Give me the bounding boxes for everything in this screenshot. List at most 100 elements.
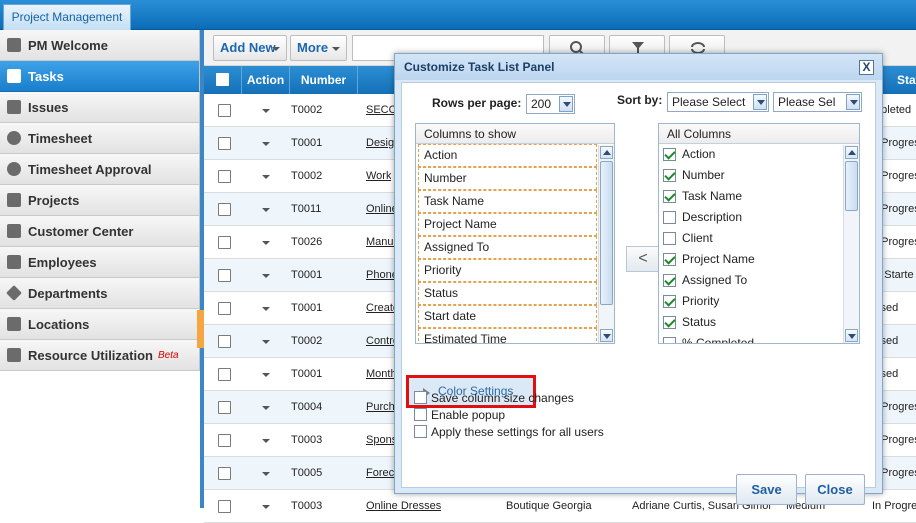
- row-action-dropdown-icon[interactable]: [262, 109, 270, 113]
- row-checkbox[interactable]: [218, 401, 231, 414]
- list-item[interactable]: % Completed: [663, 333, 754, 343]
- add-new-button[interactable]: Add New: [213, 35, 287, 61]
- column-checkbox[interactable]: [663, 232, 676, 245]
- list-item[interactable]: Priority: [663, 291, 719, 312]
- option-save-column-size[interactable]: Save column size changes: [414, 389, 574, 406]
- row-checkbox[interactable]: [218, 203, 231, 216]
- list-item[interactable]: Priority: [418, 259, 597, 282]
- cell-task-name[interactable]: Purcha: [366, 391, 396, 424]
- row-action-dropdown-icon[interactable]: [262, 142, 270, 146]
- sort-by-select-2[interactable]: Please Sel: [773, 92, 862, 112]
- close-button[interactable]: Close: [805, 474, 865, 505]
- column-checkbox[interactable]: [663, 211, 676, 224]
- sidebar-item-tasks[interactable]: Tasks: [0, 61, 200, 92]
- row-action-dropdown-icon[interactable]: [262, 472, 270, 476]
- row-action-dropdown-icon[interactable]: [262, 439, 270, 443]
- list-item[interactable]: Task Name: [663, 186, 742, 207]
- scroll-thumb[interactable]: [845, 161, 858, 211]
- option-enable-popup[interactable]: Enable popup: [414, 406, 505, 423]
- list-item[interactable]: Assigned To: [663, 270, 747, 291]
- header-action[interactable]: Action: [242, 66, 290, 94]
- column-checkbox[interactable]: [663, 274, 676, 287]
- sidebar-item-timesheet[interactable]: Timesheet: [0, 123, 200, 154]
- save-button[interactable]: Save: [736, 474, 797, 505]
- sidebar-item-locations[interactable]: Locations: [0, 309, 200, 340]
- list-item[interactable]: Status: [418, 282, 597, 305]
- move-left-button[interactable]: <: [626, 246, 660, 272]
- cell-task-name[interactable]: Manua: [366, 226, 396, 259]
- sidebar-item-timesheet-approval[interactable]: Timesheet Approval: [0, 154, 200, 185]
- row-action-dropdown-icon[interactable]: [262, 340, 270, 344]
- sidebar-item-pm-welcome[interactable]: PM Welcome: [0, 30, 200, 61]
- column-checkbox[interactable]: [663, 190, 676, 203]
- cell-task-name[interactable]: Forec: [366, 457, 394, 490]
- cell-task-name[interactable]: Desig: [366, 127, 394, 160]
- header-number[interactable]: Number: [290, 66, 358, 94]
- column-checkbox[interactable]: [663, 169, 676, 182]
- scroll-thumb[interactable]: [600, 161, 613, 305]
- cell-task-name[interactable]: Online Dresses: [366, 490, 441, 523]
- row-action-dropdown-icon[interactable]: [262, 208, 270, 212]
- cell-task-name[interactable]: Online: [366, 193, 396, 226]
- row-action-dropdown-icon[interactable]: [262, 175, 270, 179]
- list-item[interactable]: Assigned To: [418, 236, 597, 259]
- column-checkbox[interactable]: [663, 295, 676, 308]
- list-item[interactable]: Project Name: [663, 249, 755, 270]
- list-item[interactable]: Client: [663, 228, 713, 249]
- row-checkbox[interactable]: [218, 302, 231, 315]
- save-column-size-checkbox[interactable]: [414, 391, 427, 404]
- list-item[interactable]: Estimated Time: [418, 328, 597, 343]
- column-checkbox[interactable]: [663, 337, 676, 343]
- scroll-up-icon[interactable]: [600, 146, 613, 159]
- list-item[interactable]: Status: [663, 312, 716, 333]
- column-checkbox[interactable]: [663, 316, 676, 329]
- row-checkbox[interactable]: [218, 236, 231, 249]
- scroll-down-icon[interactable]: [845, 329, 858, 342]
- list-item[interactable]: Number: [418, 167, 597, 190]
- list-item[interactable]: Action: [663, 144, 715, 165]
- column-checkbox[interactable]: [663, 253, 676, 266]
- row-action-dropdown-icon[interactable]: [262, 406, 270, 410]
- cell-task-name[interactable]: SECO: [366, 94, 396, 127]
- sidebar-item-resource-utilization[interactable]: Resource Utilization Beta: [0, 340, 200, 371]
- row-checkbox[interactable]: [218, 500, 231, 513]
- row-action-dropdown-icon[interactable]: [262, 274, 270, 278]
- sidebar-item-customer-center[interactable]: Customer Center: [0, 216, 200, 247]
- sidebar-item-employees[interactable]: Employees: [0, 247, 200, 278]
- all-columns-scrollbar[interactable]: [843, 145, 859, 343]
- list-item[interactable]: Start date: [418, 305, 597, 328]
- collapse-handle[interactable]: [197, 310, 204, 348]
- row-checkbox[interactable]: [218, 104, 231, 117]
- rows-per-page-select[interactable]: 200: [526, 94, 575, 114]
- sidebar-item-projects[interactable]: Projects: [0, 185, 200, 216]
- row-checkbox[interactable]: [218, 137, 231, 150]
- more-button[interactable]: More: [290, 35, 347, 61]
- enable-popup-checkbox[interactable]: [414, 408, 427, 421]
- list-item[interactable]: Description: [663, 207, 742, 228]
- select-all-checkbox[interactable]: [216, 73, 229, 86]
- row-checkbox[interactable]: [218, 368, 231, 381]
- option-apply-all-users[interactable]: Apply these settings for all users: [414, 423, 604, 440]
- scroll-down-icon[interactable]: [600, 329, 613, 342]
- row-action-dropdown-icon[interactable]: [262, 373, 270, 377]
- cell-task-name[interactable]: Contro: [366, 325, 396, 358]
- row-checkbox[interactable]: [218, 335, 231, 348]
- row-action-dropdown-icon[interactable]: [262, 505, 270, 509]
- cell-task-name[interactable]: Sponse: [366, 424, 396, 457]
- columns-to-show-scrollbar[interactable]: [598, 145, 614, 343]
- sidebar-item-issues[interactable]: Issues: [0, 92, 200, 123]
- row-action-dropdown-icon[interactable]: [262, 241, 270, 245]
- tab-project-management[interactable]: Project Management: [3, 4, 131, 30]
- list-item[interactable]: Action: [418, 144, 597, 167]
- cell-task-name[interactable]: Work: [366, 160, 391, 193]
- select-all-header[interactable]: [204, 66, 242, 94]
- list-item[interactable]: Number: [663, 165, 725, 186]
- cell-task-name[interactable]: Phone: [366, 259, 396, 292]
- row-checkbox[interactable]: [218, 269, 231, 282]
- close-icon[interactable]: X: [859, 60, 874, 75]
- column-checkbox[interactable]: [663, 148, 676, 161]
- cell-task-name[interactable]: Month: [366, 358, 396, 391]
- sort-by-select-1[interactable]: Please Select: [667, 92, 769, 112]
- cell-task-name[interactable]: Create: [366, 292, 396, 325]
- row-checkbox[interactable]: [218, 170, 231, 183]
